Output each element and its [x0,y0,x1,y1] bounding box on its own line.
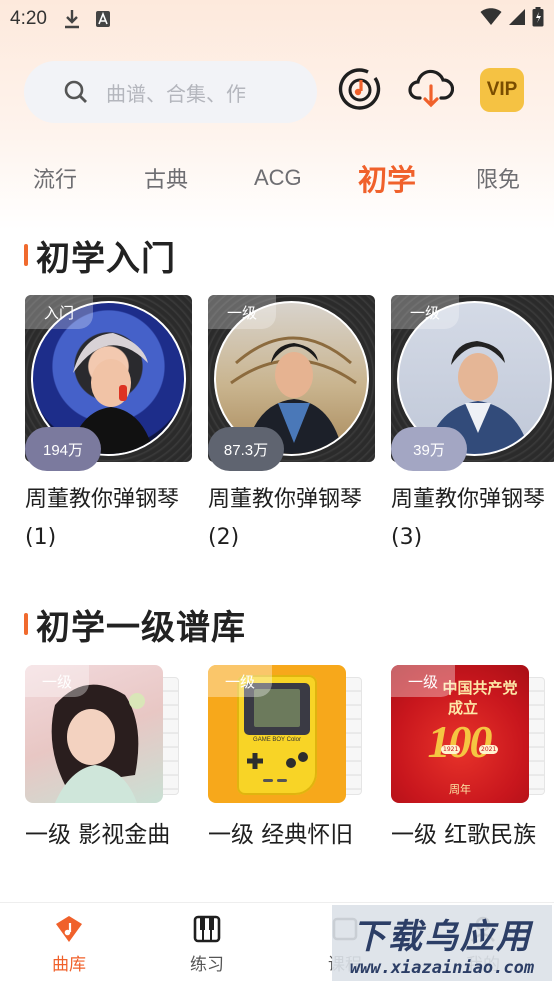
status-time: 4:20 [10,8,47,29]
poster-footer: 周年 [449,783,471,796]
course-level-tag: 一级 [391,295,459,329]
vip-badge[interactable]: VIP [480,68,524,112]
collection-level-tag: 一级 [208,665,272,697]
course-card[interactable]: 一级 87.3万 周董教你弹钢琴 (2) [208,295,375,550]
search-row: 曲谱、合集、作 [24,60,534,124]
collection-title: 一级 经典怀旧 [208,822,354,848]
poster-year-left: 1921 [441,745,461,754]
section-accent-bar [24,244,28,266]
level-collection-card[interactable]: GAME BOY Color 一级 一级 经典怀旧 [208,665,368,848]
tab-classical[interactable]: 古典 [144,150,188,206]
poster-year-right: 2021 [479,745,499,754]
course-title: 周董教你弹钢琴 (1) [25,487,180,550]
wifi-icon [480,7,502,31]
music-disc-icon[interactable] [338,68,382,112]
watermark-url: www.xiazainiao.com [349,957,535,978]
vip-label: VIP [486,79,518,100]
section-accent-bar [24,613,28,635]
music-library-icon [54,914,84,944]
search-icon [64,80,88,104]
collection-cover: 中国共产党 成立 100 1921 2021 周年 一级 [391,665,529,803]
collection-cover: GAME BOY Color 一级 [208,665,346,803]
app-notification-icon [95,10,111,28]
cloud-download-icon[interactable] [408,68,454,108]
poster-number: 100 [427,716,493,767]
piano-keys-icon [192,914,222,944]
status-bar: 4:20 [0,0,554,38]
collection-level-tag: 一级 [391,665,455,697]
tab-beginner[interactable]: 初学 [358,150,416,206]
battery-icon [532,6,544,32]
tab-acg[interactable]: ACG [254,150,302,206]
collection-title: 一级 红歌民族 [391,822,537,848]
course-card[interactable]: 入门 194万 周董教你弹钢琴 (1) [25,295,192,550]
collection-title: 一级 影视金曲 [25,822,171,848]
level-collection-card[interactable]: 一级 一级 影视金曲 [25,665,185,848]
collection-level-tag: 一级 [25,665,89,697]
search-placeholder: 曲谱、合集、作 [106,81,246,106]
play-count-badge: 194万 [25,427,101,471]
watermark-main-text: 下载乌应用 [352,916,532,957]
course-title: 周董教你弹钢琴 (2) [208,487,363,550]
nav-practice[interactable]: 练习 [138,903,276,984]
nav-label: 练习 [190,954,224,975]
section-title: 初学一级谱库 [36,607,246,648]
download-icon [63,9,81,29]
collection-cover: 一级 [25,665,163,803]
device-brand-label: GAME BOY Color [253,737,301,743]
play-count-badge: 39万 [391,427,467,471]
section-header-beginner: 初学入门 [24,232,176,279]
nav-library[interactable]: 曲库 [0,903,138,984]
tab-popular[interactable]: 流行 [33,150,77,206]
category-tabs: 流行 古典 ACG 初学 限免 [0,150,554,210]
search-input[interactable]: 曲谱、合集、作 [24,61,317,123]
nav-label: 曲库 [52,954,86,975]
course-card[interactable]: 一级 39万 周董教你弹钢琴 (3) [391,295,554,550]
section-header-level1: 初学一级谱库 [24,601,246,648]
signal-icon [508,8,526,31]
course-level-tag: 入门 [25,295,93,329]
level-collection-card[interactable]: 中国共产党 成立 100 1921 2021 周年 一级 一级 红歌民族 [391,665,551,848]
play-count-badge: 87.3万 [208,427,284,471]
tab-free[interactable]: 限免 [476,150,520,206]
course-level-tag: 一级 [208,295,276,329]
section-title: 初学入门 [36,238,176,279]
site-watermark: 下载乌应用 www.xiazainiao.com [332,905,552,981]
course-title: 周董教你弹钢琴 (3) [391,487,546,550]
